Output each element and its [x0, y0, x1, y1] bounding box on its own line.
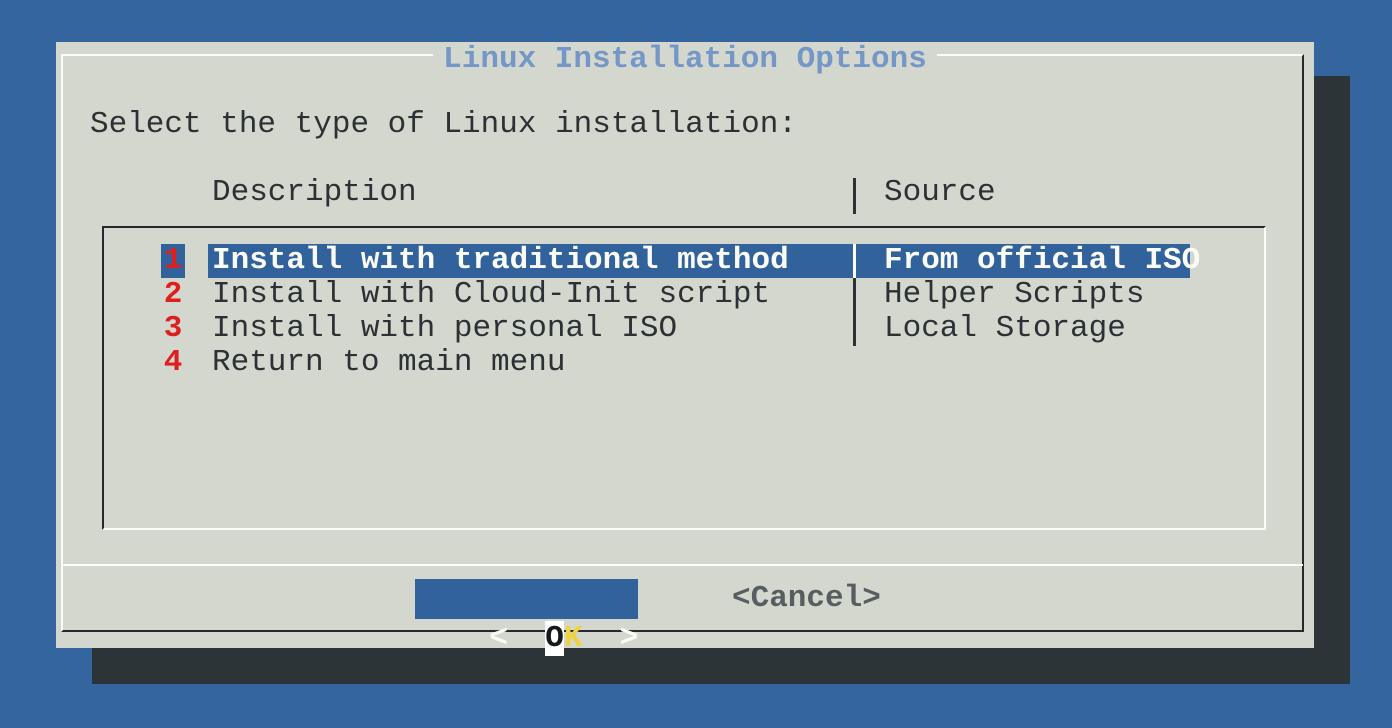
dialog-message: Select the type of Linux installation: — [90, 108, 797, 142]
menu-item-tag: 3 — [161, 312, 185, 346]
menu-column-header: Description Source — [56, 176, 1314, 210]
dialog-title: Linux Installation Options — [433, 42, 937, 78]
menu-item-description: Install with Cloud-Init script — [212, 278, 770, 312]
column-header-description: Description — [212, 176, 417, 210]
ok-button[interactable]: < OK > — [415, 579, 638, 619]
column-separator-icon — [853, 178, 856, 214]
column-separator-icon — [853, 278, 856, 312]
column-separator-icon — [853, 244, 856, 278]
menu-item-row-4[interactable]: 4 Return to main menu — [104, 346, 1264, 380]
button-area-separator — [63, 564, 1303, 566]
menu-item-description: Return to main menu — [212, 346, 565, 380]
linux-installation-options-dialog: Linux Installation Options Select the ty… — [56, 42, 1314, 648]
menu-item-row-1[interactable]: 1 Install with traditional method From o… — [104, 244, 1264, 278]
menu-item-tag: 1 — [161, 244, 185, 278]
ok-button-close-bracket: > — [582, 621, 638, 656]
cancel-button[interactable]: <Cancel> — [732, 579, 881, 619]
dialog-title-row: Linux Installation Options — [56, 42, 1314, 78]
menu-listbox: 1 Install with traditional method From o… — [102, 226, 1266, 530]
ok-button-hotkey: K — [564, 621, 583, 656]
menu-item-source: Local Storage — [884, 312, 1126, 346]
column-separator-icon — [853, 312, 856, 346]
menu-item-source: Helper Scripts — [884, 278, 1144, 312]
menu-item-row-3[interactable]: 3 Install with personal ISO Local Storag… — [104, 312, 1264, 346]
menu-item-row-2[interactable]: 2 Install with Cloud-Init script Helper … — [104, 278, 1264, 312]
menu-item-description: Install with traditional method — [212, 244, 789, 278]
cursor-block: O — [545, 621, 564, 656]
menu-item-source: From official ISO — [884, 244, 1200, 278]
menu-item-tag: 4 — [161, 346, 185, 380]
menu-item-tag: 2 — [161, 278, 185, 312]
column-header-source: Source — [884, 176, 996, 210]
ok-button-open-bracket: < — [489, 621, 545, 656]
menu-item-description: Install with personal ISO — [212, 312, 677, 346]
